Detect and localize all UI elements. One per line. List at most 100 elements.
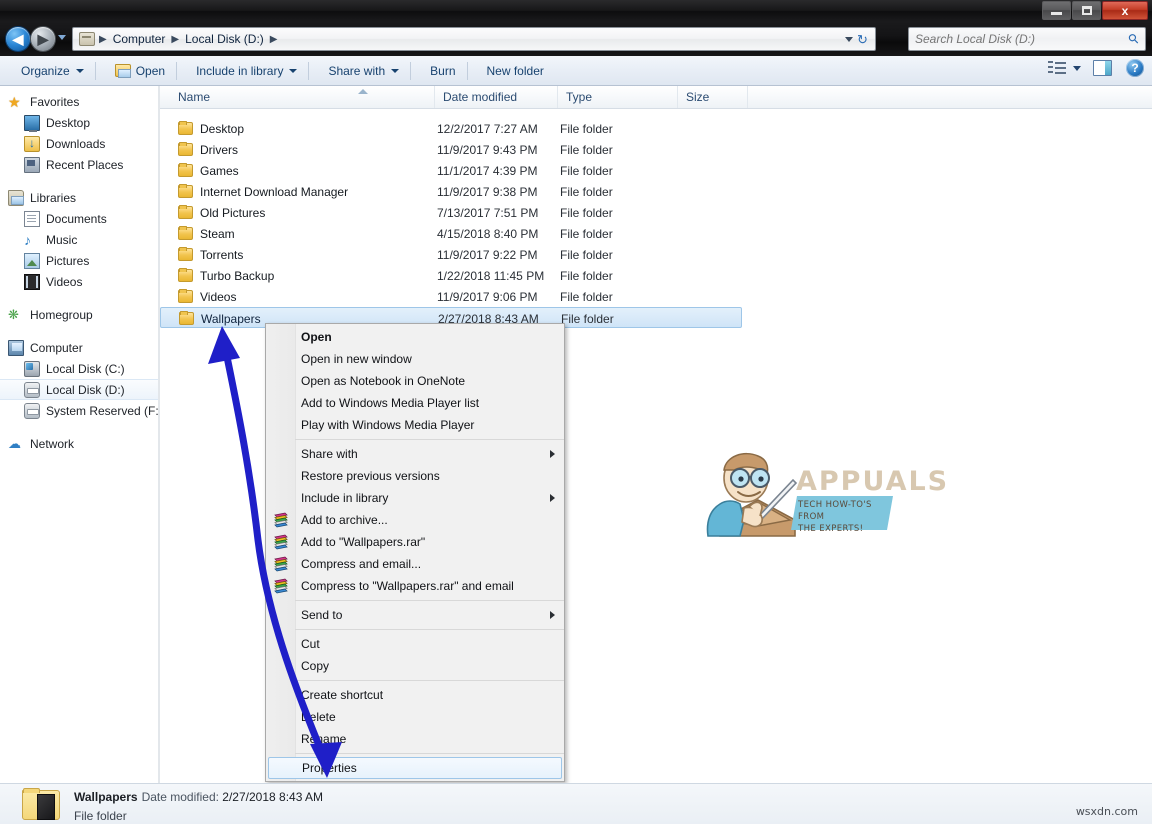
close-button[interactable]: x <box>1102 1 1148 20</box>
organize-label: Organize <box>21 63 70 78</box>
sidebar-item-music[interactable]: ♪ Music <box>0 229 158 250</box>
table-row[interactable]: Videos 11/9/2017 9:06 PM File folder <box>160 286 1152 307</box>
menu-item-add-to-archive[interactable]: Add to archive... <box>266 509 564 531</box>
column-header-size[interactable]: Size <box>678 86 748 108</box>
open-button[interactable]: Open <box>106 59 174 83</box>
context-menu[interactable]: Open Open in new window Open as Notebook… <box>265 323 565 782</box>
file-name-cell: Wallpapers <box>179 308 261 329</box>
new-folder-button[interactable]: New folder <box>478 59 553 83</box>
table-row[interactable]: Old Pictures 7/13/2017 7:51 PM File fold… <box>160 202 1152 223</box>
search-box[interactable]: ⚲ <box>908 27 1146 51</box>
share-with-label: Share with <box>328 63 386 78</box>
help-icon[interactable]: ? <box>1126 59 1144 77</box>
table-row[interactable]: Torrents 11/9/2017 9:22 PM File folder <box>160 244 1152 265</box>
sidebar-item-documents[interactable]: Documents <box>0 208 158 229</box>
table-row[interactable]: Internet Download Manager 11/9/2017 9:38… <box>160 181 1152 202</box>
menu-item-properties[interactable]: Properties <box>268 757 562 779</box>
status-bar: Wallpapers Date modified: 2/27/2018 8:43 … <box>0 783 1152 824</box>
menu-item-compress-to-wallpapers-rar-and-email[interactable]: Compress to "Wallpapers.rar" and email <box>266 575 564 597</box>
table-row[interactable]: Desktop 12/2/2017 7:27 AM File folder <box>160 118 1152 139</box>
file-date-cell: 12/2/2017 7:27 AM <box>437 121 538 136</box>
include-in-library-button[interactable]: Include in library <box>187 59 306 83</box>
file-type-cell: File folder <box>560 121 613 136</box>
refresh-icon[interactable]: ↻ <box>854 31 871 48</box>
sidebar-item-videos[interactable]: Videos <box>0 271 158 292</box>
toolbar-divider <box>410 61 412 80</box>
table-row[interactable]: Turbo Backup 1/22/2018 11:45 PM File fol… <box>160 265 1152 286</box>
minimize-button[interactable] <box>1042 1 1071 20</box>
recent-pages-chevron-down-icon[interactable] <box>58 35 66 40</box>
maximize-button[interactable] <box>1072 1 1101 20</box>
sidebar-label: Local Disk (D:) <box>46 382 125 397</box>
appuals-tagline-line2: THE EXPERTS! <box>798 524 864 534</box>
menu-item-copy[interactable]: Copy <box>266 655 564 677</box>
menu-item-compress-and-email[interactable]: Compress and email... <box>266 553 564 575</box>
sidebar-item-pictures[interactable]: Pictures <box>0 250 158 271</box>
menu-item-send-to[interactable]: Send to <box>266 604 564 626</box>
sidebar-item-recent-places[interactable]: Recent Places <box>0 154 158 175</box>
breadcrumb-item-computer[interactable]: Computer <box>108 32 171 46</box>
search-input[interactable] <box>915 32 1130 46</box>
sidebar-item-favorites[interactable]: ★ Favorites <box>0 91 158 112</box>
column-header-name[interactable]: Name <box>170 86 435 108</box>
change-view-icon[interactable] <box>1047 60 1067 77</box>
include-in-library-label: Include in library <box>196 63 284 78</box>
forward-button[interactable]: ▶ <box>31 27 55 51</box>
share-with-button[interactable]: Share with <box>319 59 408 83</box>
menu-item-open-as-notebook-in-onenote[interactable]: Open as Notebook in OneNote <box>266 370 564 392</box>
homegroup-icon: ❋ <box>8 306 19 322</box>
sidebar-item-downloads[interactable]: Downloads <box>0 133 158 154</box>
menu-item-open-in-new-window[interactable]: Open in new window <box>266 348 564 370</box>
sidebar-item-local-disk-d[interactable]: Local Disk (D:) <box>0 379 158 400</box>
file-type-cell: File folder <box>560 205 613 220</box>
file-date-cell: 11/9/2017 9:43 PM <box>437 142 538 157</box>
sidebar-item-local-disk-c[interactable]: Local Disk (C:) <box>0 358 158 379</box>
preview-pane-icon[interactable] <box>1093 60 1112 76</box>
sidebar-item-homegroup[interactable]: ❋ Homegroup <box>0 304 158 325</box>
menu-item-create-shortcut[interactable]: Create shortcut <box>266 684 564 706</box>
column-header-date-modified[interactable]: Date modified <box>435 86 558 108</box>
sidebar-item-computer[interactable]: Computer <box>0 337 158 358</box>
menu-item-add-to-wallpapers-rar[interactable]: Add to "Wallpapers.rar" <box>266 531 564 553</box>
toolbar-divider <box>308 61 310 80</box>
menu-item-add-to-windows-media-player-list[interactable]: Add to Windows Media Player list <box>266 392 564 414</box>
back-button[interactable]: ◀ <box>6 27 30 51</box>
menu-item-play-with-windows-media-player[interactable]: Play with Windows Media Player <box>266 414 564 436</box>
breadcrumb[interactable]: ▶ Computer ▶ Local Disk (D:) ▶ ↻ <box>72 27 876 51</box>
menu-item-include-in-library[interactable]: Include in library <box>266 487 564 509</box>
file-name-label: Drivers <box>200 142 238 157</box>
sidebar-item-system-reserved-f[interactable]: System Reserved (F:) <box>0 400 158 421</box>
menu-item-delete[interactable]: Delete <box>266 706 564 728</box>
sidebar-item-desktop[interactable]: Desktop <box>0 112 158 133</box>
file-type-cell: File folder <box>560 163 613 178</box>
view-chevron-down-icon[interactable] <box>1073 65 1081 71</box>
sidebar-item-network[interactable]: ☁ Network <box>0 433 158 454</box>
file-name-label: Videos <box>200 289 237 304</box>
network-icon: ☁ <box>8 435 21 451</box>
sort-ascending-icon <box>358 89 368 94</box>
chevron-down-icon <box>391 68 400 73</box>
menu-item-open[interactable]: Open <box>266 326 564 348</box>
organize-button[interactable]: Organize <box>12 59 93 83</box>
file-name-label: Steam <box>200 226 235 241</box>
address-bar-row: ◀ ▶ ▶ Computer ▶ Local Disk (D:) ▶ ↻ ⚲ <box>0 22 1152 56</box>
breadcrumb-item-local-disk-d[interactable]: Local Disk (D:) <box>180 32 269 46</box>
sidebar-label: Desktop <box>46 115 91 130</box>
menu-item-restore-previous-versions[interactable]: Restore previous versions <box>266 465 564 487</box>
table-row[interactable]: Drivers 11/9/2017 9:43 PM File folder <box>160 139 1152 160</box>
command-toolbar: Organize Open Include in library Share w… <box>0 56 1152 86</box>
menu-label: Add to archive... <box>301 513 388 527</box>
menu-item-cut[interactable]: Cut <box>266 633 564 655</box>
chevron-down-icon <box>289 68 298 73</box>
menu-item-share-with[interactable]: Share with <box>266 443 564 465</box>
breadcrumb-chevron-down-icon[interactable] <box>845 37 853 42</box>
sidebar-item-libraries[interactable]: Libraries <box>0 187 158 208</box>
breadcrumb-separator-icon[interactable]: ▶ <box>269 34 279 45</box>
burn-button[interactable]: Burn <box>421 59 464 83</box>
table-row[interactable]: Games 11/1/2017 4:39 PM File folder <box>160 160 1152 181</box>
menu-item-rename[interactable]: Rename <box>266 728 564 750</box>
status-date-value: 2/27/2018 8:43 AM <box>222 790 324 804</box>
table-row[interactable]: Steam 4/15/2018 8:40 PM File folder <box>160 223 1152 244</box>
column-header-type[interactable]: Type <box>558 86 678 108</box>
